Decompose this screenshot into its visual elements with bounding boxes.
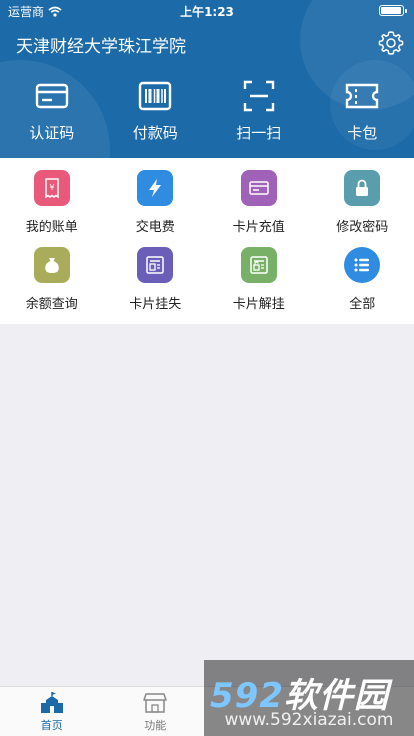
grid-item-all[interactable]: 全部: [311, 247, 414, 323]
quick-label: 付款码: [132, 124, 178, 142]
grid-item-card-lost[interactable]: 卡片挂失: [104, 247, 208, 323]
school-icon: [40, 692, 63, 713]
gear-icon[interactable]: [378, 30, 404, 56]
grid-item-my-bill[interactable]: ¥ 我的账单: [0, 170, 104, 246]
card-lost-icon: [146, 256, 164, 274]
quick-scan[interactable]: 扫一扫: [207, 78, 311, 150]
tile: [240, 170, 277, 206]
quick-auth-code[interactable]: 认证码: [0, 78, 104, 150]
tile: [33, 247, 70, 283]
list-icon: [354, 258, 370, 272]
card-recharge-icon: [249, 181, 269, 195]
ticket-icon: [346, 83, 379, 109]
quick-label: 扫一扫: [236, 124, 282, 142]
scan-icon: [243, 80, 274, 112]
watermark: 592软件园 www.592xiazai.com: [204, 660, 414, 736]
lightning-icon: [149, 179, 162, 197]
grid-label: 余额查询: [25, 297, 78, 312]
watermark-url: www.592xiazai.com: [224, 710, 394, 730]
money-bag-icon: [44, 258, 59, 273]
bill-icon: ¥: [45, 178, 59, 199]
tile: [137, 170, 174, 206]
grid-label: 全部: [349, 297, 376, 312]
status-time: 上午1:23: [180, 5, 234, 19]
svg-text:¥: ¥: [49, 183, 54, 192]
battery-level: [381, 7, 401, 14]
function-grid: ¥ 我的账单 交电费 卡片充值 修改密码 余额查询 卡片挂失 卡片解挂 全部: [0, 158, 414, 324]
title-bar: 天津财经大学珠江学院: [0, 22, 414, 64]
quick-payment-code[interactable]: 付款码: [104, 78, 208, 150]
tab-functions[interactable]: 功能: [104, 687, 208, 736]
barcode-icon: [139, 81, 172, 111]
grid-label: 交电费: [135, 220, 175, 235]
tab-label: 首页: [40, 719, 63, 732]
grid-item-card-recharge[interactable]: 卡片充值: [207, 170, 311, 246]
grid-label: 卡片充值: [232, 220, 285, 235]
grid-item-balance[interactable]: 余额查询: [0, 247, 104, 323]
status-bar: 运营商 上午1:23: [0, 0, 414, 22]
card-icon: [35, 83, 68, 109]
grid-label: 我的账单: [25, 220, 78, 235]
quick-label: 认证码: [29, 124, 75, 142]
header: 运营商 上午1:23 天津财经大学珠江学院 认证码 付款码 扫一扫 卡包: [0, 0, 414, 158]
quick-label: 卡包: [347, 124, 378, 142]
grid-item-card-unlock[interactable]: 卡片解挂: [207, 247, 311, 323]
store-icon: [143, 693, 167, 713]
grid-label: 卡片解挂: [232, 297, 285, 312]
quick-card-wallet[interactable]: 卡包: [311, 78, 414, 150]
grid-label: 卡片挂失: [129, 297, 182, 312]
grid-label: 修改密码: [336, 220, 389, 235]
tile: [240, 247, 277, 283]
tab-home[interactable]: 首页: [0, 687, 104, 736]
grid-item-change-password[interactable]: 修改密码: [311, 170, 414, 246]
tile: ¥: [33, 170, 70, 206]
tile: [344, 170, 381, 206]
page-title: 天津财经大学珠江学院: [16, 37, 186, 57]
tile: [137, 247, 174, 283]
lock-icon: [356, 179, 369, 196]
battery-icon: [379, 5, 407, 16]
grid-item-electricity[interactable]: 交电费: [104, 170, 208, 246]
tile: [344, 247, 381, 283]
quick-actions: 认证码 付款码 扫一扫 卡包: [0, 78, 414, 150]
card-unlock-icon: [250, 256, 268, 274]
tab-label: 功能: [144, 719, 167, 732]
